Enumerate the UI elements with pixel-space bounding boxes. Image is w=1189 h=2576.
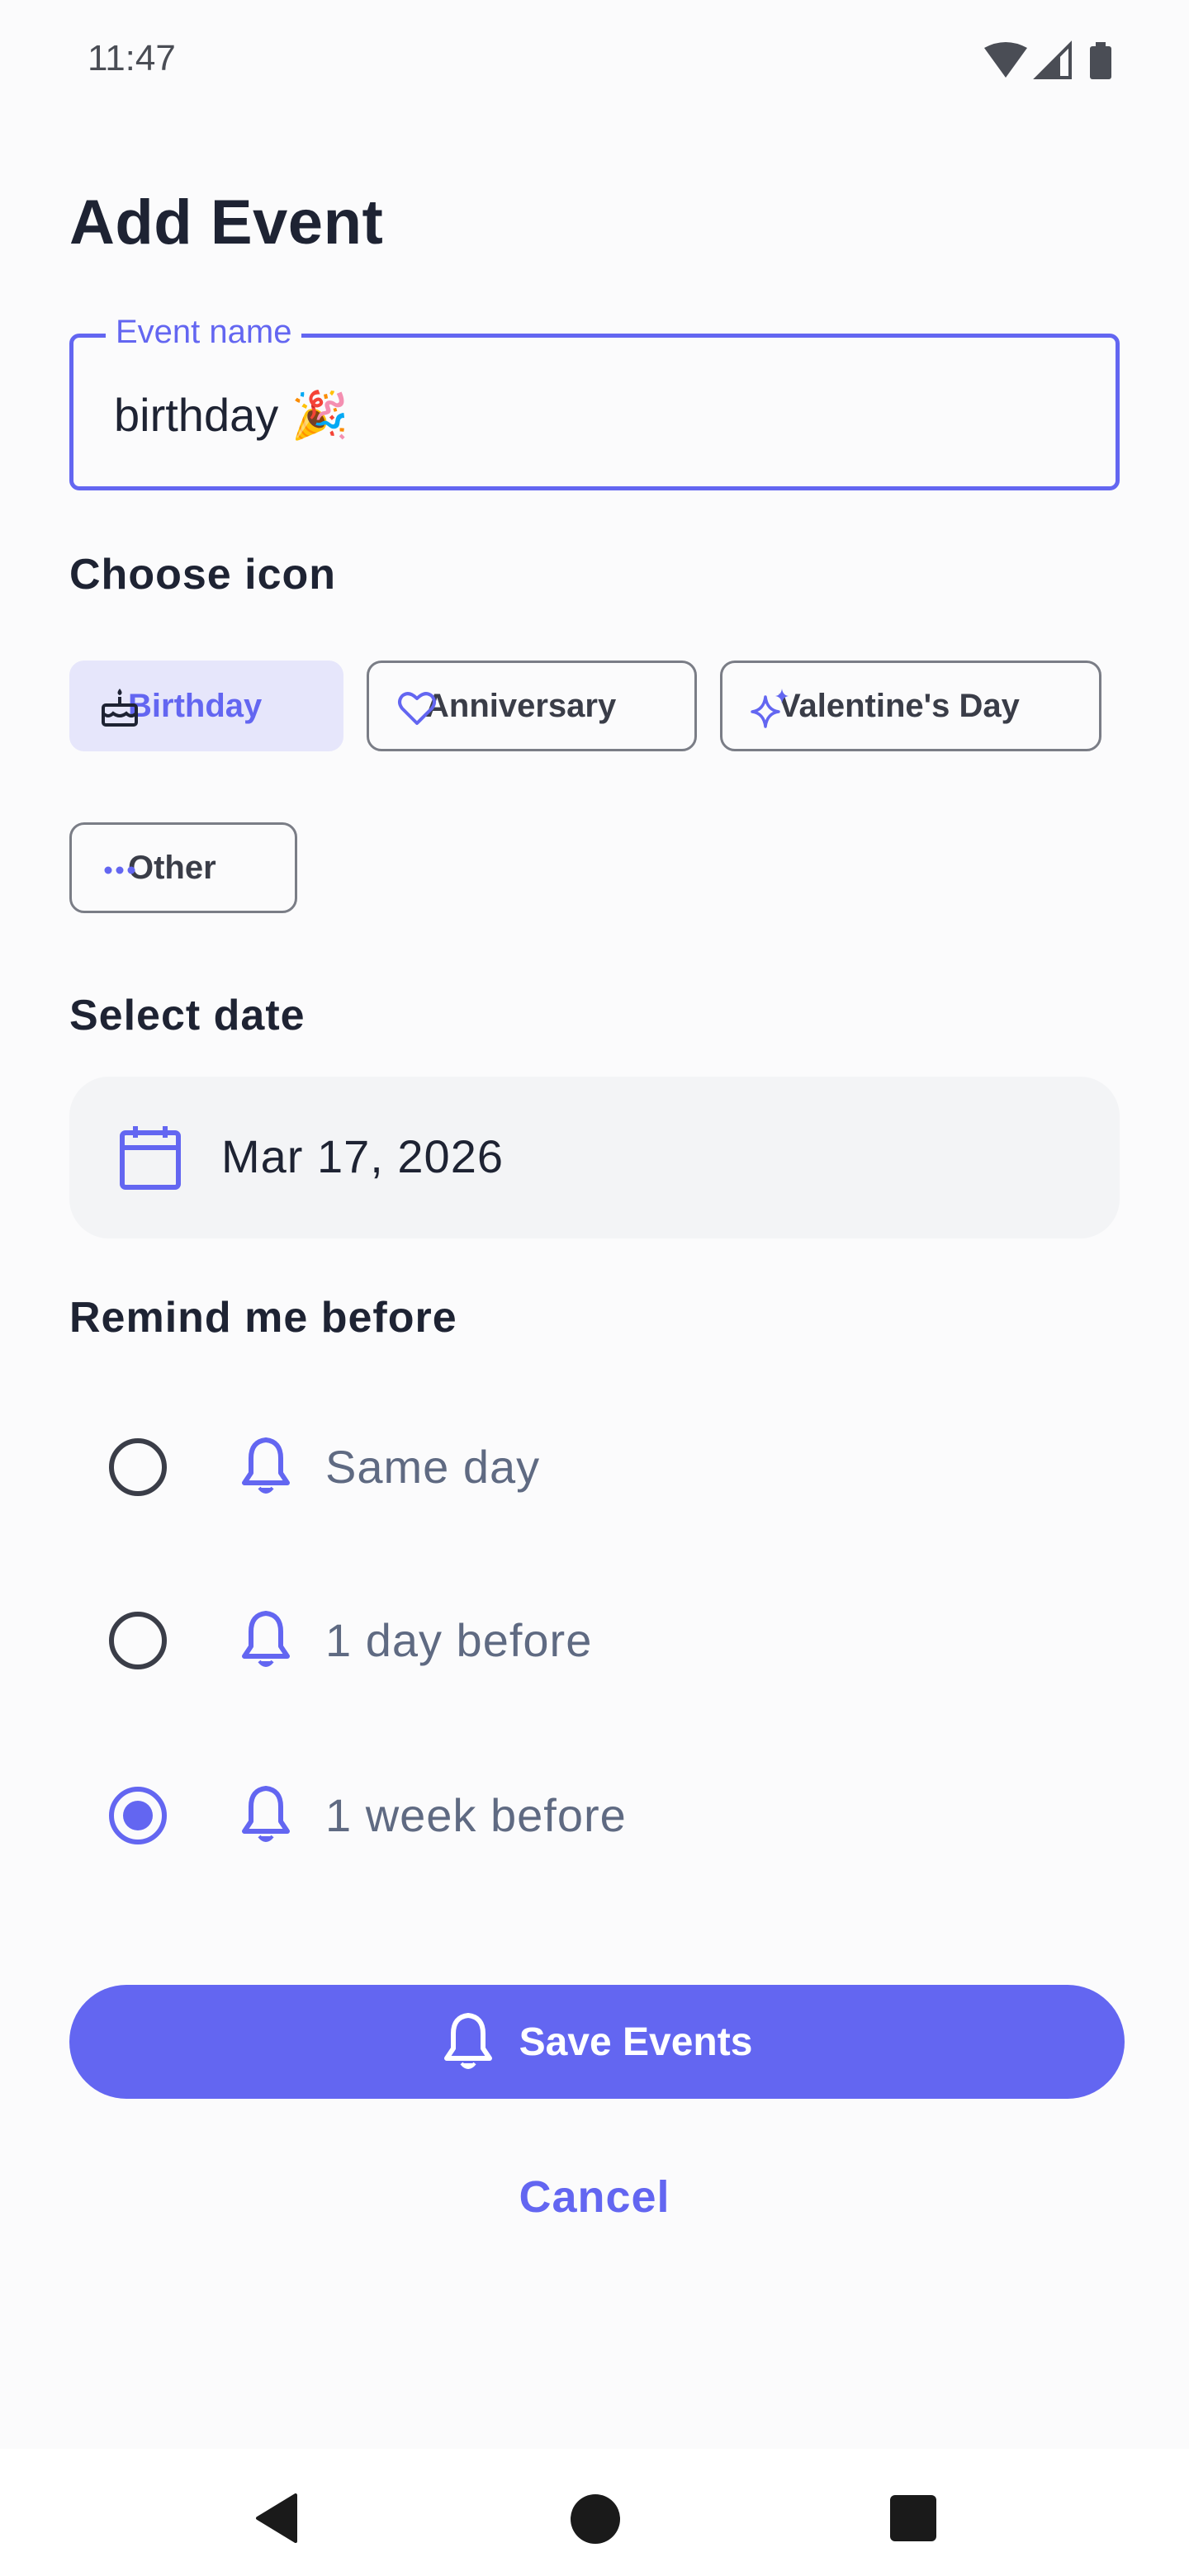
remind-label: Remind me before <box>69 1294 457 1342</box>
more-dots-icon <box>104 866 135 874</box>
radio-same-day[interactable] <box>109 1438 167 1496</box>
choose-icon-label: Choose icon <box>69 551 337 599</box>
cake-icon <box>102 689 138 727</box>
radio-1-day-before[interactable] <box>109 1612 167 1669</box>
sparkle-icon <box>751 689 789 728</box>
chip-anniversary-label: Anniversary <box>425 687 617 724</box>
chip-anniversary[interactable]: Anniversary <box>367 661 697 751</box>
chip-other[interactable]: Other <box>69 822 297 913</box>
heart-icon <box>398 692 436 725</box>
recents-icon[interactable] <box>890 2495 936 2541</box>
event-name-value[interactable]: birthday 🎉 <box>114 388 349 443</box>
bell-icon <box>242 1437 290 1494</box>
battery-icon <box>1090 42 1111 79</box>
wifi-icon <box>984 42 1027 78</box>
reminder-1-day-label: 1 day before <box>325 1614 593 1666</box>
calendar-icon <box>120 1126 181 1190</box>
chip-valentines-day[interactable]: Valentine's Day <box>720 661 1101 751</box>
bell-icon <box>443 2013 492 2069</box>
radio-1-week-before[interactable] <box>109 1787 167 1844</box>
select-date-label: Select date <box>69 992 306 1039</box>
back-icon[interactable] <box>253 2492 302 2545</box>
event-name-label: Event name <box>106 314 302 351</box>
home-icon[interactable] <box>570 2493 621 2545</box>
chip-birthday[interactable]: Birthday <box>69 661 343 751</box>
bell-icon <box>242 1786 290 1842</box>
cancel-button[interactable]: Cancel <box>0 2171 1189 2223</box>
status-icons <box>984 40 1111 79</box>
date-value[interactable]: Mar 17, 2026 <box>221 1129 504 1183</box>
chip-valentines-day-label: Valentine's Day <box>779 687 1020 724</box>
chip-birthday-label: Birthday <box>128 687 263 724</box>
save-events-button[interactable]: Save Events <box>69 1985 1125 2099</box>
bell-icon <box>242 1611 290 1667</box>
page-title: Add Event <box>69 187 384 258</box>
save-events-label: Save Events <box>519 2020 753 2064</box>
reminder-1-week-label: 1 week before <box>325 1789 627 1841</box>
reminder-same-day-label: Same day <box>325 1441 541 1493</box>
status-time: 11:47 <box>88 38 176 78</box>
